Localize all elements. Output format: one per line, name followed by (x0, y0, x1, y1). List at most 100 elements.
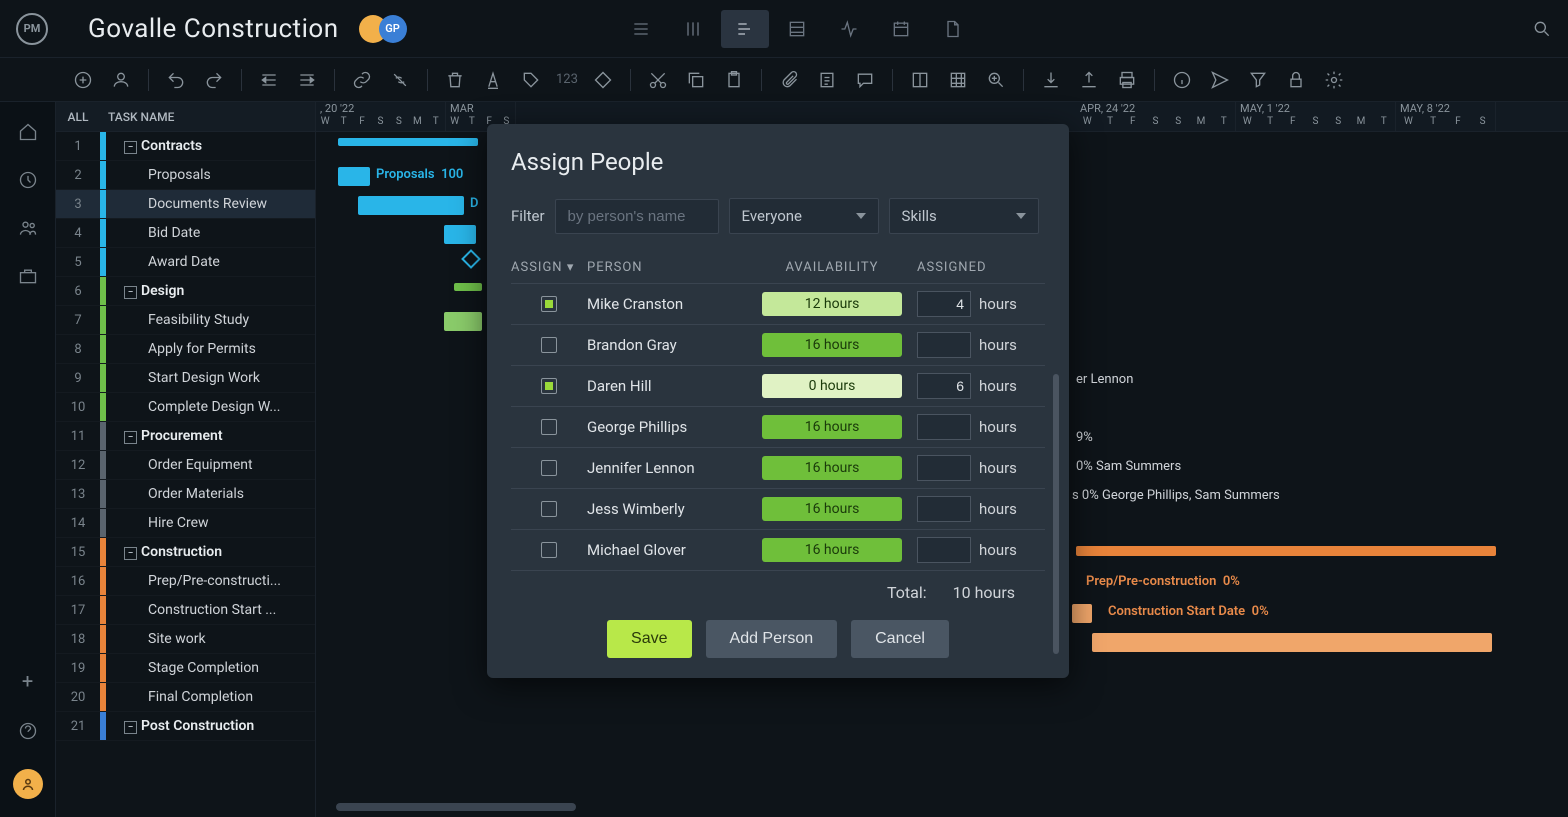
home-icon[interactable] (18, 122, 38, 142)
text-format-icon[interactable] (478, 65, 508, 95)
app-logo[interactable]: PM (16, 13, 48, 45)
send-icon[interactable] (1205, 65, 1235, 95)
person-icon[interactable] (106, 65, 136, 95)
unlink-icon[interactable] (385, 65, 415, 95)
collapse-toggle-icon[interactable]: − (124, 431, 137, 444)
gantt-bar[interactable] (1092, 633, 1492, 652)
columns-icon[interactable] (905, 65, 935, 95)
undo-icon[interactable] (161, 65, 191, 95)
team-icon[interactable] (18, 218, 38, 238)
col-header-assign[interactable]: ASSIGN ▾ (511, 260, 587, 275)
user-avatar[interactable] (13, 769, 43, 799)
filter-name-input[interactable] (555, 199, 719, 234)
comment-icon[interactable] (850, 65, 880, 95)
col-header-availability[interactable]: AVAILABILITY (757, 260, 907, 275)
gantt-bar[interactable] (1076, 546, 1496, 556)
milestone-diamond-icon[interactable] (461, 249, 481, 269)
task-row[interactable]: 4Bid Date (56, 219, 315, 248)
info-icon[interactable] (1167, 65, 1197, 95)
export-icon[interactable] (1074, 65, 1104, 95)
note-icon[interactable] (812, 65, 842, 95)
paste-icon[interactable] (719, 65, 749, 95)
gantt-bar[interactable] (358, 196, 464, 215)
task-row[interactable]: 2Proposals (56, 161, 315, 190)
assign-checkbox[interactable] (541, 337, 557, 353)
cancel-button[interactable]: Cancel (851, 620, 949, 658)
filter-skills-select[interactable]: Skills (889, 198, 1039, 234)
gantt-bar[interactable] (338, 138, 478, 146)
task-row[interactable]: 14Hire Crew (56, 509, 315, 538)
trash-icon[interactable] (440, 65, 470, 95)
view-list-icon[interactable] (617, 10, 665, 48)
add-icon[interactable] (68, 65, 98, 95)
task-row[interactable]: 17Construction Start ... (56, 596, 315, 625)
task-row[interactable]: 20Final Completion (56, 683, 315, 712)
task-row[interactable]: 15−Construction (56, 538, 315, 567)
assigned-hours-input[interactable] (917, 373, 971, 399)
cut-icon[interactable] (643, 65, 673, 95)
assign-checkbox[interactable] (541, 378, 557, 394)
tag-icon[interactable] (516, 65, 546, 95)
view-board-icon[interactable] (669, 10, 717, 48)
assign-checkbox[interactable] (541, 501, 557, 517)
attachment-icon[interactable] (774, 65, 804, 95)
avatar[interactable]: GP (379, 15, 407, 43)
task-row[interactable]: 1−Contracts (56, 132, 315, 161)
assigned-hours-input[interactable] (917, 414, 971, 440)
outdent-icon[interactable] (254, 65, 284, 95)
task-row[interactable]: 18Site work (56, 625, 315, 654)
print-icon[interactable] (1112, 65, 1142, 95)
assign-checkbox[interactable] (541, 296, 557, 312)
task-row[interactable]: 10Complete Design W... (56, 393, 315, 422)
assign-checkbox[interactable] (541, 542, 557, 558)
add-person-button[interactable]: Add Person (706, 620, 838, 658)
assigned-hours-input[interactable] (917, 291, 971, 317)
filter-scope-select[interactable]: Everyone (729, 198, 879, 234)
assigned-hours-input[interactable] (917, 455, 971, 481)
view-calendar-icon[interactable] (877, 10, 925, 48)
view-gantt-icon[interactable] (721, 10, 769, 48)
task-row[interactable]: 12Order Equipment (56, 451, 315, 480)
gantt-bar[interactable] (444, 312, 482, 331)
view-activity-icon[interactable] (825, 10, 873, 48)
task-row[interactable]: 11−Procurement (56, 422, 315, 451)
save-button[interactable]: Save (607, 620, 691, 658)
redo-icon[interactable] (199, 65, 229, 95)
task-row[interactable]: 3Documents Review (56, 190, 315, 219)
gantt-bar[interactable] (444, 225, 476, 244)
vertical-scrollbar[interactable] (1053, 374, 1059, 654)
copy-icon[interactable] (681, 65, 711, 95)
assign-checkbox[interactable] (541, 419, 557, 435)
task-row[interactable]: 7Feasibility Study (56, 306, 315, 335)
horizontal-scrollbar[interactable] (336, 803, 576, 811)
task-row[interactable]: 13Order Materials (56, 480, 315, 509)
col-header-assigned[interactable]: ASSIGNED (907, 260, 1045, 275)
recent-icon[interactable] (18, 170, 38, 190)
col-header-name[interactable]: TASK NAME (100, 110, 174, 124)
search-icon[interactable] (1532, 19, 1552, 39)
task-row[interactable]: 9Start Design Work (56, 364, 315, 393)
col-header-all[interactable]: ALL (56, 110, 100, 124)
add-workspace-icon[interactable]: + (22, 669, 33, 693)
import-icon[interactable] (1036, 65, 1066, 95)
assigned-hours-input[interactable] (917, 537, 971, 563)
collaborator-avatars[interactable]: GP (359, 15, 407, 43)
collapse-toggle-icon[interactable]: − (124, 286, 137, 299)
settings-icon[interactable] (1319, 65, 1349, 95)
assigned-hours-input[interactable] (917, 332, 971, 358)
gantt-bar[interactable] (1072, 604, 1092, 623)
task-row[interactable]: 5Award Date (56, 248, 315, 277)
help-icon[interactable] (18, 721, 38, 741)
task-row[interactable]: 6−Design (56, 277, 315, 306)
view-file-icon[interactable] (929, 10, 977, 48)
gantt-bar[interactable] (338, 167, 370, 186)
task-row[interactable]: 19Stage Completion (56, 654, 315, 683)
view-sheet-icon[interactable] (773, 10, 821, 48)
collapse-toggle-icon[interactable]: − (124, 547, 137, 560)
filter-icon[interactable] (1243, 65, 1273, 95)
assigned-hours-input[interactable] (917, 496, 971, 522)
grid-icon[interactable] (943, 65, 973, 95)
zoom-icon[interactable] (981, 65, 1011, 95)
milestone-icon[interactable] (588, 65, 618, 95)
assign-checkbox[interactable] (541, 460, 557, 476)
